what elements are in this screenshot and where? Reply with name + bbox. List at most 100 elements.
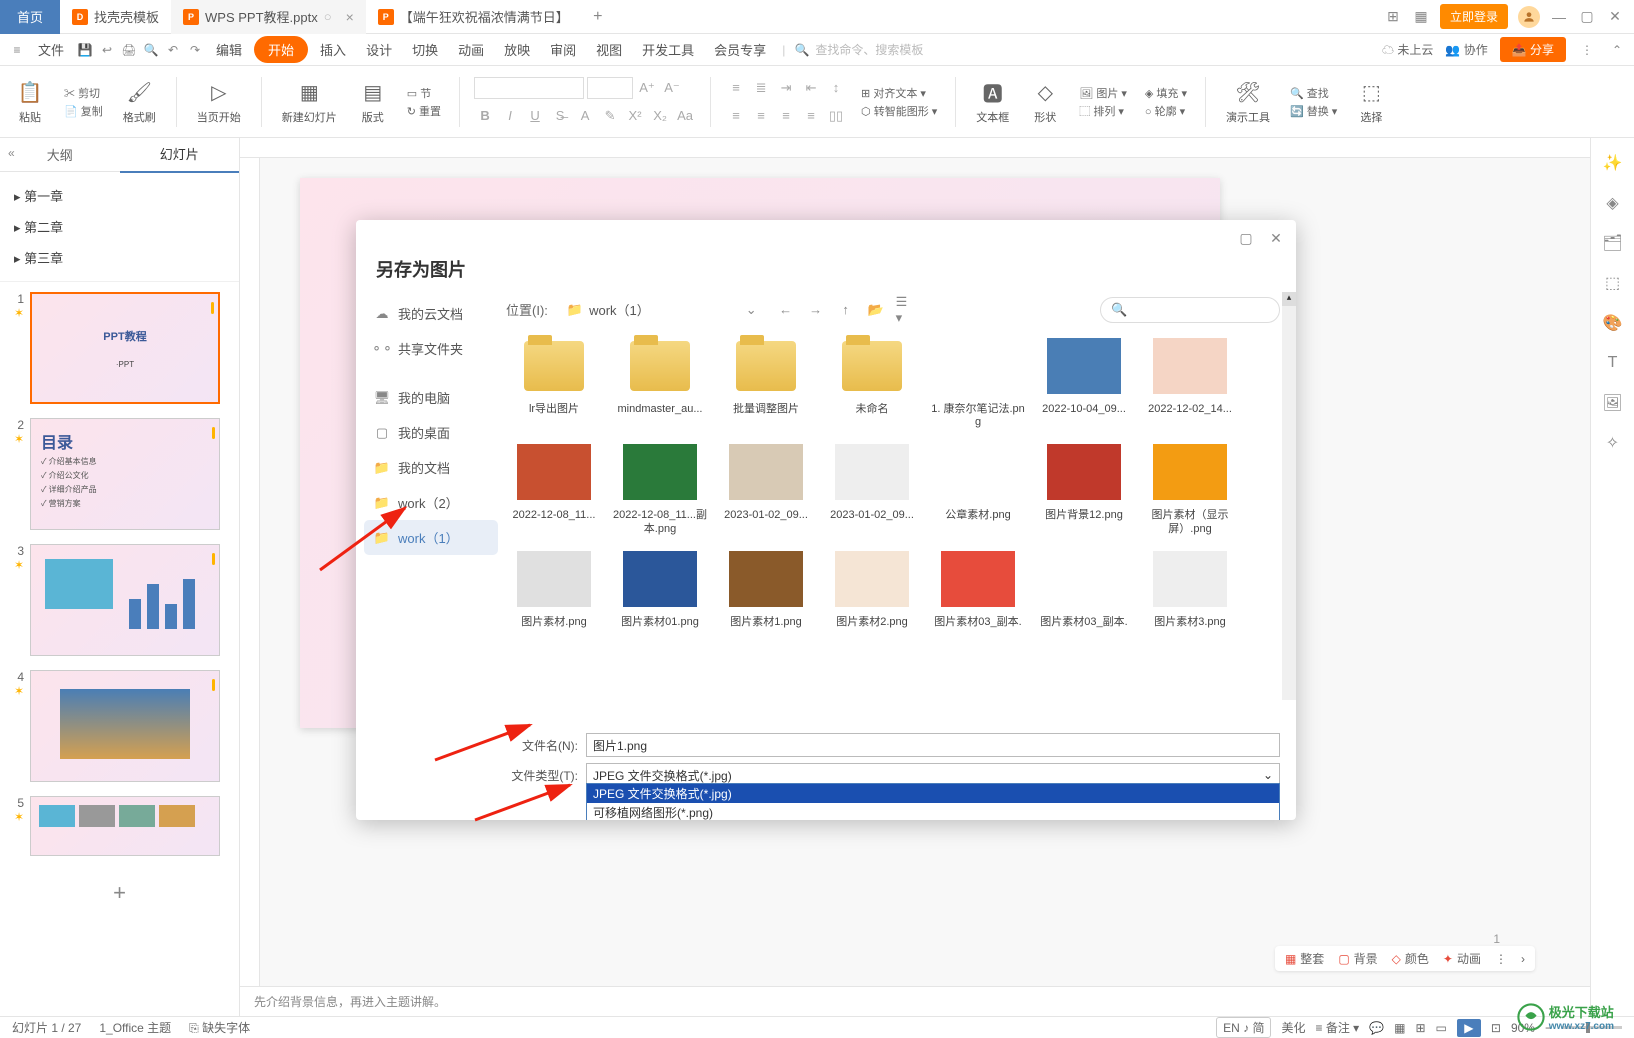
full-button[interactable]: ▦ 整套: [1285, 950, 1324, 967]
file-menu[interactable]: 文件: [30, 36, 72, 63]
style-icon[interactable]: ◈: [1602, 192, 1624, 214]
effect-icon[interactable]: ✧: [1602, 432, 1624, 454]
align-left-icon[interactable]: ≡: [725, 105, 747, 127]
highlight-icon[interactable]: ✎: [599, 105, 621, 127]
search-placeholder[interactable]: 查找命令、搜索模板: [815, 41, 923, 58]
slide-thumb-2[interactable]: 2✶ 目录✓ 介绍基本信息✓ 介绍公文化✓ 详细介绍产品✓ 营销方案: [10, 418, 229, 530]
bullets-icon[interactable]: ≡: [725, 77, 747, 99]
menu-dev[interactable]: 开发工具: [634, 36, 702, 63]
pic-button[interactable]: 🖼 图片 ▾: [1079, 85, 1127, 101]
strike-icon[interactable]: S̶: [549, 105, 571, 127]
menu-show[interactable]: 放映: [496, 36, 538, 63]
file-item[interactable]: 2022-12-08_11...副本.png: [612, 439, 708, 535]
file-item[interactable]: 批量调整图片: [718, 333, 814, 429]
tab-current[interactable]: P WPS PPT教程.pptx ○ ×: [171, 0, 366, 34]
maximize-icon[interactable]: ▢: [1236, 228, 1256, 248]
aligntext-button[interactable]: ⊞ 对齐文本 ▾: [861, 85, 937, 101]
tab-other[interactable]: P 【端午狂欢祝福浓情满节日】: [366, 0, 581, 34]
missing-font[interactable]: ⎘ 缺失字体: [189, 1019, 250, 1036]
indent-icon[interactable]: ⇥: [775, 77, 797, 99]
minimize-icon[interactable]: —: [1550, 8, 1568, 26]
file-item[interactable]: mindmaster_au...: [612, 333, 708, 429]
decrease-font-icon[interactable]: A⁻: [661, 77, 683, 99]
add-slide-button[interactable]: +: [10, 870, 229, 916]
view-sorter-icon[interactable]: ⊞: [1415, 1021, 1425, 1035]
paste-group[interactable]: 📋粘贴: [10, 79, 50, 125]
beauty-button[interactable]: 美化: [1281, 1019, 1305, 1036]
from-begin[interactable]: ▷当页开始: [191, 79, 247, 125]
preview-icon[interactable]: 🔍: [142, 41, 160, 59]
find-button[interactable]: 🔍 查找: [1290, 85, 1337, 101]
file-item[interactable]: 2023-01-02_09...: [824, 439, 920, 535]
resource-icon[interactable]: 🗂: [1602, 232, 1624, 254]
file-item[interactable]: 2023-01-02_09...: [718, 439, 814, 535]
nav-cloud[interactable]: ☁我的云文档: [356, 296, 506, 331]
up-icon[interactable]: ↑: [836, 300, 856, 320]
collapse-icon[interactable]: «: [8, 146, 15, 160]
font-select[interactable]: [474, 77, 584, 99]
apps-icon[interactable]: ▦: [1412, 8, 1430, 26]
expand-icon[interactable]: ⌃: [1608, 41, 1626, 59]
sup-icon[interactable]: X²: [624, 105, 646, 127]
file-item[interactable]: 图片素材（显示屏）.png: [1142, 439, 1238, 535]
chapter-item[interactable]: ▸ 第三章: [10, 242, 229, 273]
menu-vip[interactable]: 会员专享: [706, 36, 774, 63]
filename-input[interactable]: [586, 733, 1280, 757]
avatar[interactable]: [1518, 6, 1540, 28]
replace-button[interactable]: 🔄 替换 ▾: [1290, 103, 1337, 119]
slide-thumb-5[interactable]: 5✶: [10, 796, 229, 856]
align-justify-icon[interactable]: ≡: [800, 105, 822, 127]
file-item[interactable]: 2022-12-08_11...: [506, 439, 602, 535]
nav-share[interactable]: ⚬⚬共享文件夹: [356, 331, 506, 366]
menu-edit[interactable]: 编辑: [208, 36, 250, 63]
chapter-item[interactable]: ▸ 第一章: [10, 180, 229, 211]
slide-thumb-1[interactable]: 1✶ PPT教程·PPT: [10, 292, 229, 404]
tools-button[interactable]: 🛠演示工具: [1220, 79, 1276, 125]
layout-icon[interactable]: ⬚: [1602, 272, 1624, 294]
save-icon[interactable]: 💾: [76, 41, 94, 59]
select-button[interactable]: ⬚选择: [1351, 79, 1391, 125]
newfolder-icon[interactable]: 📂: [866, 300, 886, 320]
file-item[interactable]: 图片素材.png: [506, 546, 602, 629]
file-item[interactable]: lr导出图片: [506, 333, 602, 429]
case-icon[interactable]: Aa: [674, 105, 696, 127]
redo-icon[interactable]: ↷: [186, 41, 204, 59]
nav-desktop[interactable]: ▢我的桌面: [356, 415, 506, 450]
undo-icon[interactable]: ↶: [164, 41, 182, 59]
menu-start[interactable]: 开始: [254, 36, 308, 63]
back-icon[interactable]: ↩: [98, 41, 116, 59]
more-icon[interactable]: ⋮: [1495, 952, 1507, 966]
lang-button[interactable]: EN ♪ 简: [1216, 1017, 1271, 1038]
maximize-icon[interactable]: ▢: [1578, 8, 1596, 26]
ai-icon[interactable]: ✨: [1602, 152, 1624, 174]
file-item[interactable]: 2022-10-04_09...: [1036, 333, 1132, 429]
color-button[interactable]: ◇ 颜色: [1392, 950, 1429, 967]
tab-slides[interactable]: 幻灯片: [120, 136, 240, 173]
format-painter[interactable]: 🖌格式刷: [117, 79, 162, 125]
text-icon[interactable]: T: [1602, 352, 1624, 374]
menu-design[interactable]: 设计: [358, 36, 400, 63]
notes-toggle[interactable]: ≡ 备注 ▾: [1315, 1019, 1359, 1036]
nav-work1[interactable]: 📁work（1）: [364, 520, 498, 555]
notes-area[interactable]: 先介绍背景信息，再进入主题讲解。: [240, 986, 1590, 1016]
home-tab[interactable]: 首页: [0, 0, 60, 34]
play-button[interactable]: ▶: [1457, 1019, 1481, 1037]
print-icon[interactable]: 🖨: [120, 41, 138, 59]
bold-icon[interactable]: B: [474, 105, 496, 127]
nav-work2[interactable]: 📁work（2）: [356, 485, 506, 520]
align-right-icon[interactable]: ≡: [775, 105, 797, 127]
coop-button[interactable]: 👥 协作: [1445, 41, 1487, 58]
columns-icon[interactable]: ▯▯: [825, 105, 847, 127]
color-icon[interactable]: 🎨: [1602, 312, 1624, 334]
lineheight-icon[interactable]: ↕: [825, 77, 847, 99]
nav-docs[interactable]: 📁我的文档: [356, 450, 506, 485]
slide-thumb-3[interactable]: 3✶: [10, 544, 229, 656]
tab-templates[interactable]: D 找壳壳模板: [60, 0, 171, 34]
shape-button[interactable]: ◇形状: [1025, 79, 1065, 125]
image-icon[interactable]: 🖼: [1602, 392, 1624, 414]
view-icon[interactable]: ☰ ▾: [896, 300, 916, 320]
menu-transition[interactable]: 切换: [404, 36, 446, 63]
close-icon[interactable]: ✕: [1266, 228, 1286, 248]
outline-button[interactable]: ○ 轮廓 ▾: [1145, 103, 1187, 119]
tab-outline[interactable]: 大纲: [0, 137, 120, 172]
